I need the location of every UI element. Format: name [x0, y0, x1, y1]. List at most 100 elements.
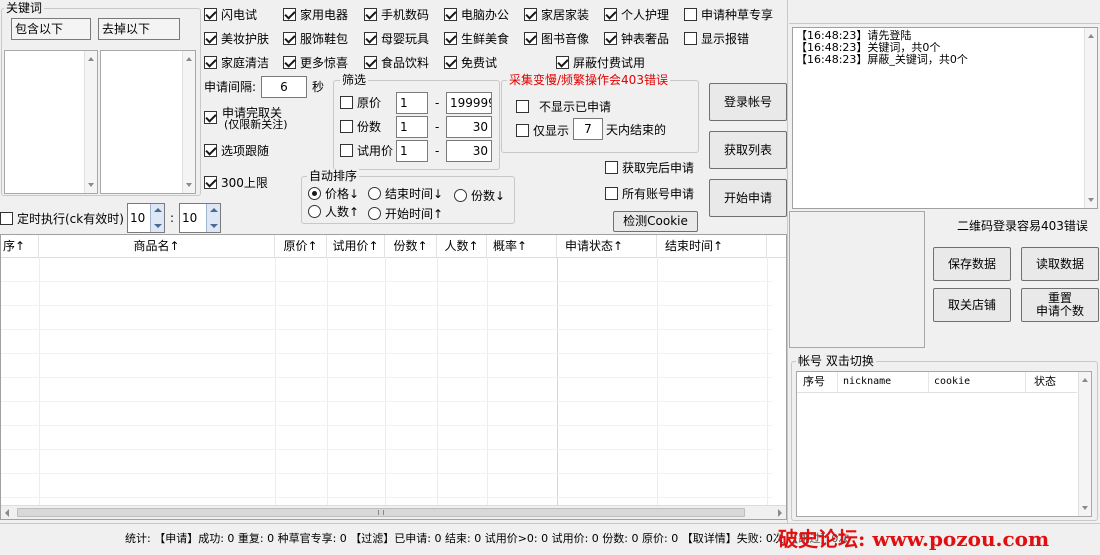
- schedule-minute-spinner[interactable]: [206, 204, 220, 232]
- get-list-button[interactable]: 获取列表: [709, 131, 787, 169]
- filter-checkbox-2[interactable]: 份数: [340, 118, 381, 134]
- sort-label: 开始时间↑: [385, 206, 444, 221]
- col-end-time[interactable]: 结束时间↑: [657, 235, 767, 257]
- filter-dash: -: [435, 96, 440, 110]
- filter-checkbox-1[interactable]: 原价: [340, 94, 381, 110]
- include-keywords-list[interactable]: [4, 50, 98, 194]
- product-table[interactable]: 序↑ 商品名↑ 原价↑ 试用价↑ 份数↑ 人数↑ 概率↑ 申请状态↑ 结束时间↑: [0, 234, 787, 520]
- log-lines: 【16:48:23】请先登陆 【16:48:23】关键词，共0个 【16:48:23…: [796, 30, 968, 66]
- hide-applied-check-icon: [516, 99, 529, 113]
- acct-col-index[interactable]: 序号: [803, 372, 825, 392]
- all-accounts-checkbox[interactable]: 所有账号申请: [605, 185, 694, 201]
- category-checkbox-2[interactable]: 家用电器: [283, 6, 348, 22]
- reset-apply-count-button[interactable]: 重置 申请个数: [1021, 288, 1099, 322]
- fetch-then-apply-check-icon: [605, 160, 618, 174]
- fetch-then-apply-checkbox[interactable]: 获取完后申请: [605, 159, 694, 175]
- category-label: 手机数码: [381, 7, 430, 22]
- log-panel[interactable]: 【16:48:23】请先登陆 【16:48:23】关键词，共0个 【16:48:23…: [792, 27, 1098, 209]
- sort-option-4[interactable]: 人数↑: [308, 203, 359, 219]
- category-checkbox-16[interactable]: 更多惊喜: [283, 54, 348, 70]
- category-checkbox-7[interactable]: 申请种草专享: [684, 6, 773, 22]
- filter-max-input[interactable]: 30: [446, 140, 492, 162]
- category-checkbox-17[interactable]: 食品饮料: [364, 54, 429, 70]
- col-probability[interactable]: 概率↑: [487, 235, 557, 257]
- filter-max-input[interactable]: 30: [446, 116, 492, 138]
- col-people[interactable]: 人数↑: [437, 235, 487, 257]
- scroll-thumb[interactable]: [17, 508, 745, 517]
- days-input[interactable]: 7: [573, 118, 603, 140]
- sort-option-1[interactable]: 价格↓: [308, 185, 359, 201]
- check-icon: [283, 31, 296, 45]
- category-checkbox-4[interactable]: 电脑办公: [444, 6, 509, 22]
- scroll-right-icon[interactable]: [778, 509, 782, 517]
- fetch-then-apply-label: 获取完后申请: [622, 160, 695, 175]
- category-checkbox-19[interactable]: 屏蔽付费试用: [556, 54, 645, 70]
- scroll-left-icon[interactable]: [5, 509, 9, 517]
- col-apply-status[interactable]: 申请状态↑: [557, 235, 657, 257]
- log-scrollbar[interactable]: [1084, 28, 1097, 208]
- check-icon: [524, 7, 537, 21]
- read-data-button[interactable]: 读取数据: [1021, 247, 1099, 281]
- schedule-hour-spinner[interactable]: [150, 204, 164, 232]
- unfollow-store-button[interactable]: 取关店铺: [933, 288, 1011, 322]
- check-icon: [340, 143, 353, 157]
- limit-checkbox[interactable]: 300上限: [204, 174, 268, 190]
- acct-col-status[interactable]: 状态: [1034, 372, 1056, 392]
- login-button[interactable]: 登录帐号: [709, 83, 787, 121]
- only-show-checkbox[interactable]: 仅显示: [516, 122, 569, 138]
- filter-min-input[interactable]: 1: [396, 92, 428, 114]
- filter-max-input[interactable]: 199999: [446, 92, 492, 114]
- category-checkbox-5[interactable]: 家居家装: [524, 6, 589, 22]
- category-checkbox-13[interactable]: 钟表奢品: [604, 30, 669, 46]
- radio-icon: [368, 186, 381, 200]
- category-label: 美妆护肤: [221, 31, 270, 46]
- table-horizontal-scrollbar[interactable]: [1, 505, 786, 519]
- col-quantity[interactable]: 份数↑: [385, 235, 437, 257]
- exclude-scrollbar[interactable]: [182, 51, 195, 193]
- acct-col-cookie[interactable]: cookie: [934, 372, 970, 392]
- accounts-scrollbar[interactable]: [1078, 372, 1091, 516]
- filter-min-input[interactable]: 1: [396, 116, 428, 138]
- category-label: 家居家装: [541, 7, 590, 22]
- category-checkbox-12[interactable]: 图书音像: [524, 30, 589, 46]
- days-suffix: 天内结束的: [606, 123, 667, 137]
- category-checkbox-3[interactable]: 手机数码: [364, 6, 429, 22]
- acct-col-nickname[interactable]: nickname: [843, 372, 891, 392]
- col-index[interactable]: 序↑: [1, 235, 39, 257]
- sort-option-2[interactable]: 结束时间↓: [368, 185, 443, 201]
- sort-option-5[interactable]: 开始时间↑: [368, 205, 443, 221]
- category-checkbox-10[interactable]: 母婴玩具: [364, 30, 429, 46]
- schedule-checkbox[interactable]: 定时执行(ck有效时): [0, 210, 124, 226]
- accounts-table[interactable]: 序号 nickname cookie 状态: [796, 371, 1092, 517]
- check-icon: [204, 55, 217, 69]
- include-header: 包含以下: [11, 18, 91, 40]
- category-checkbox-1[interactable]: 闪电试: [204, 6, 257, 22]
- filter-checkbox-3[interactable]: 试用价: [340, 142, 393, 158]
- exclude-keywords-list[interactable]: [100, 50, 196, 194]
- right-divider: [787, 0, 788, 523]
- check-icon: [204, 7, 217, 21]
- interval-input[interactable]: 6: [261, 76, 307, 98]
- category-checkbox-9[interactable]: 服饰鞋包: [283, 30, 348, 46]
- unfollow-checkbox[interactable]: [204, 109, 221, 125]
- schedule-minute-input[interactable]: 10: [179, 203, 221, 233]
- category-checkbox-14[interactable]: 显示报错: [684, 30, 749, 46]
- col-original-price[interactable]: 原价↑: [275, 235, 327, 257]
- col-trial-price[interactable]: 试用价↑: [327, 235, 385, 257]
- col-product-name[interactable]: 商品名↑: [39, 235, 275, 257]
- save-data-button[interactable]: 保存数据: [933, 247, 1011, 281]
- include-scrollbar[interactable]: [84, 51, 97, 193]
- follow-checkbox[interactable]: 选项跟随: [204, 142, 269, 158]
- schedule-hour-input[interactable]: 10: [127, 203, 165, 233]
- check-cookie-button[interactable]: 检测Cookie: [613, 211, 698, 232]
- hide-applied-checkbox[interactable]: 不显示已申请: [516, 98, 611, 114]
- sort-option-3[interactable]: 份数↓: [454, 187, 505, 203]
- category-checkbox-11[interactable]: 生鲜美食: [444, 30, 509, 46]
- category-checkbox-15[interactable]: 家庭清洁: [204, 54, 269, 70]
- category-checkbox-8[interactable]: 美妆护肤: [204, 30, 269, 46]
- category-checkbox-18[interactable]: 免费试: [444, 54, 497, 70]
- warning-group: [501, 80, 699, 153]
- filter-min-input[interactable]: 1: [396, 140, 428, 162]
- category-checkbox-6[interactable]: 个人护理: [604, 6, 669, 22]
- start-apply-button[interactable]: 开始申请: [709, 179, 787, 217]
